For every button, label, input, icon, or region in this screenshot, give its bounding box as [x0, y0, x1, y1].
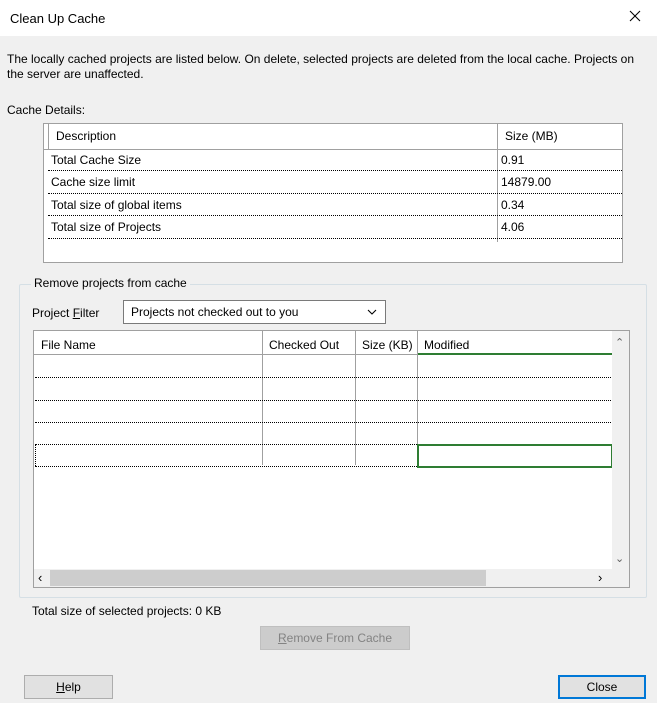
remove-from-cache-button[interactable]: Remove From Cache [260, 626, 410, 650]
chevron-down-icon [367, 309, 377, 315]
table-row[interactable] [34, 355, 612, 377]
project-filter-dropdown[interactable]: Projects not checked out to you [123, 300, 386, 324]
total-selected-size: Total size of selected projects: 0 KB [32, 604, 222, 618]
window-title: Clean Up Cache [10, 11, 106, 26]
horizontal-scroll-thumb[interactable] [50, 570, 486, 586]
column-header-modified[interactable]: Modified [420, 338, 610, 352]
column-header-checked-out[interactable]: Checked Out [265, 338, 357, 352]
cache-details-header: Description Size (MB) [44, 124, 622, 150]
scroll-up-icon[interactable]: ⌃ [615, 337, 624, 349]
close-window-button[interactable] [613, 0, 657, 32]
scroll-down-icon[interactable]: ⌄ [615, 553, 624, 565]
cache-details-grid[interactable]: Description Size (MB) Total Cache Size 0… [43, 123, 623, 263]
scroll-right-icon[interactable]: › [598, 571, 602, 584]
project-filter-value: Projects not checked out to you [131, 305, 299, 319]
table-row[interactable] [34, 378, 612, 400]
row-size: 14879.00 [501, 175, 552, 189]
vertical-scrollbar[interactable]: ⌃ ⌄ [612, 331, 629, 569]
row-description: Total size of global items [51, 198, 182, 212]
remove-projects-label: Remove projects from cache [31, 276, 190, 290]
row-size: 0.34 [501, 198, 525, 212]
close-button[interactable]: Close [558, 675, 646, 699]
column-header-description: Description [56, 129, 117, 143]
description-text: The locally cached projects are listed b… [7, 52, 635, 81]
help-button[interactable]: Help [24, 675, 113, 699]
column-header-file-name[interactable]: File Name [37, 338, 257, 352]
selected-cell[interactable] [417, 444, 613, 468]
row-description: Total Cache Size [51, 153, 142, 167]
horizontal-scrollbar[interactable]: ‹ › [34, 569, 612, 587]
project-files-grid[interactable]: File Name Checked Out Size (KB) Modified… [33, 330, 630, 588]
title-bar: Clean Up Cache [0, 0, 657, 36]
row-description: Total size of Projects [51, 220, 162, 234]
row-size: 0.91 [501, 153, 525, 167]
row-size: 4.06 [501, 220, 525, 234]
close-icon [629, 10, 641, 22]
row-description: Cache size limit [51, 175, 136, 189]
column-header-size-mb: Size (MB) [505, 129, 558, 143]
scroll-left-icon[interactable]: ‹ [38, 571, 42, 584]
project-filter-label: Project Filter [32, 306, 100, 320]
table-row[interactable] [34, 401, 612, 422]
table-row[interactable] [34, 423, 612, 444]
scroll-corner [612, 569, 629, 587]
column-header-size-kb[interactable]: Size (KB) [358, 338, 418, 352]
cache-details-label: Cache Details: [7, 103, 86, 117]
